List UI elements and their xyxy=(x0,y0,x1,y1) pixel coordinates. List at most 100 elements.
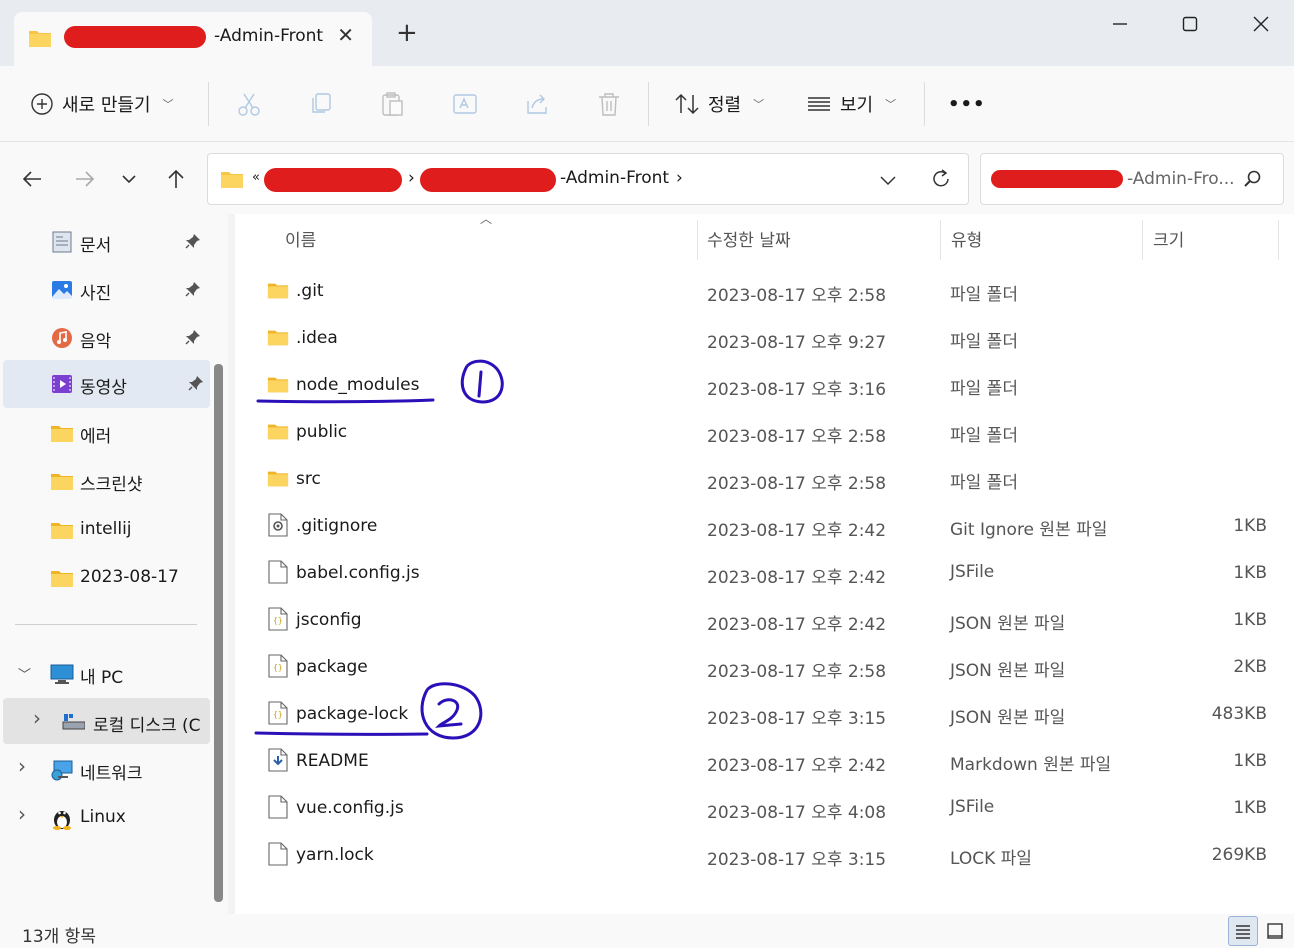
tree-item-2[interactable]: › 로컬 디스크 (C xyxy=(3,698,210,744)
breadcrumb-current[interactable]: -Admin-Front xyxy=(560,168,669,188)
column-divider[interactable] xyxy=(697,220,698,260)
pin-icon[interactable] xyxy=(185,233,201,254)
file-name[interactable]: jsconfig xyxy=(296,610,362,630)
chevron-down-icon[interactable]: ﹀ xyxy=(18,664,31,683)
sidebar-item-7[interactable]: intellij xyxy=(0,506,207,552)
address-dropdown-button[interactable] xyxy=(878,170,898,195)
up-button[interactable] xyxy=(161,164,191,194)
tab-active[interactable]: -Admin-Front ✕ xyxy=(14,12,372,66)
rename-button[interactable] xyxy=(452,88,478,120)
item-count: 13개 항목 xyxy=(22,927,96,947)
recent-locations-button[interactable] xyxy=(114,164,144,194)
delete-button[interactable] xyxy=(596,88,622,120)
file-name[interactable]: README xyxy=(296,751,369,771)
maximize-icon xyxy=(1182,16,1198,32)
address-bar[interactable]: « › -Admin-Front › xyxy=(207,153,969,205)
overflow-chevron[interactable]: « xyxy=(252,170,260,185)
chevron-right-icon[interactable]: › xyxy=(18,802,26,826)
navigation-pane: 문서 사진 음악 동영상 에러 스크린샷 intellij 2023-08-17 ﹀ 내 PC › 로… xyxy=(0,214,228,914)
paste-button[interactable] xyxy=(380,88,406,120)
sidebar-item-3[interactable]: 음악 xyxy=(0,314,207,360)
sort-button[interactable]: 정렬 ﹀ xyxy=(674,88,764,120)
view-button[interactable]: 보기 ﹀ xyxy=(806,88,896,120)
maximize-button[interactable] xyxy=(1170,8,1210,40)
file-row[interactable]: vue.config.js 2023-08-17 오후 4:08 JSFile 1KB xyxy=(235,784,1294,831)
file-date: 2023-08-17 오후 3:15 xyxy=(707,709,887,729)
refresh-button[interactable] xyxy=(930,168,952,195)
forward-button[interactable] xyxy=(70,164,100,194)
sidebar-item-2[interactable]: 사진 xyxy=(0,266,207,312)
column-header-type[interactable]: 유형 xyxy=(951,226,982,251)
file-date: 2023-08-17 오후 2:42 xyxy=(707,568,887,588)
file-name[interactable]: .gitignore xyxy=(296,516,377,536)
column-header-name[interactable]: 이름 xyxy=(285,226,316,251)
column-divider[interactable] xyxy=(940,220,941,260)
tree-item-3[interactable]: › 네트워크 xyxy=(0,746,207,792)
close-window-button[interactable] xyxy=(1241,8,1281,40)
tree-item-4[interactable]: › Linux xyxy=(0,794,207,840)
close-tab-button[interactable]: ✕ xyxy=(337,23,354,47)
chevron-right-icon[interactable]: › xyxy=(33,706,41,730)
column-header-size[interactable]: 크기 xyxy=(1153,226,1184,251)
file-row[interactable]: {} package 2023-08-17 오후 2:58 JSON 원본 파일 2KB xyxy=(235,643,1294,690)
file-name[interactable]: src xyxy=(296,469,321,489)
sidebar-scrollbar[interactable] xyxy=(214,364,223,902)
file-name[interactable]: yarn.lock xyxy=(296,845,374,865)
search-icon[interactable] xyxy=(1243,169,1263,194)
tiles-view-button[interactable] xyxy=(1260,916,1290,946)
file-name[interactable]: babel.config.js xyxy=(296,563,420,583)
sidebar-item-6[interactable]: 스크린샷 xyxy=(0,457,207,503)
file-row[interactable]: node_modules 2023-08-17 오후 3:16 파일 폴더 xyxy=(235,361,1294,408)
sidebar-item-5[interactable]: 에러 xyxy=(0,409,207,455)
search-box[interactable]: -Admin-Fro... xyxy=(980,153,1284,205)
file-row[interactable]: .git 2023-08-17 오후 2:58 파일 폴더 xyxy=(235,267,1294,314)
plus-circle-icon xyxy=(31,93,53,115)
file-name[interactable]: public xyxy=(296,422,347,442)
file-row[interactable]: .gitignore 2023-08-17 오후 2:42 Git Ignore 원… xyxy=(235,502,1294,549)
file-row[interactable]: {} jsconfig 2023-08-17 오후 2:42 JSON 원본 파일 1K… xyxy=(235,596,1294,643)
file-name[interactable]: vue.config.js xyxy=(296,798,404,818)
file-size: 1KB xyxy=(1233,610,1267,630)
file-type: 파일 폴더 xyxy=(950,285,1018,305)
redaction-mark xyxy=(264,168,402,192)
file-name[interactable]: package xyxy=(296,657,368,677)
file-row[interactable]: README 2023-08-17 오후 2:42 Markdown 원본 파일 1K… xyxy=(235,737,1294,784)
more-options-button[interactable]: ••• xyxy=(948,88,986,120)
details-view-button[interactable] xyxy=(1228,916,1258,946)
file-date: 2023-08-17 오후 2:42 xyxy=(707,756,887,776)
tree-item-1[interactable]: ﹀ 내 PC xyxy=(0,650,207,696)
toolbar-divider xyxy=(648,82,649,126)
file-date: 2023-08-17 오후 9:27 xyxy=(707,333,887,353)
share-button[interactable] xyxy=(524,88,550,120)
file-type: 파일 폴더 xyxy=(950,332,1018,352)
file-row[interactable]: babel.config.js 2023-08-17 오후 2:42 JSFile 1… xyxy=(235,549,1294,596)
file-row[interactable]: public 2023-08-17 오후 2:58 파일 폴더 xyxy=(235,408,1294,455)
column-divider[interactable] xyxy=(1142,220,1143,260)
column-divider[interactable] xyxy=(1278,220,1279,260)
refresh-icon xyxy=(933,169,949,187)
sidebar-item-1[interactable]: 문서 xyxy=(0,218,207,264)
back-button[interactable] xyxy=(17,164,47,194)
file-row[interactable]: src 2023-08-17 오후 2:58 파일 폴더 xyxy=(235,455,1294,502)
pin-icon[interactable] xyxy=(185,281,201,302)
file-name[interactable]: .idea xyxy=(296,328,338,348)
pin-icon[interactable] xyxy=(188,375,204,396)
file-row[interactable]: .idea 2023-08-17 오후 9:27 파일 폴더 xyxy=(235,314,1294,361)
file-name[interactable]: node_modules xyxy=(296,375,420,395)
tiles-view-icon xyxy=(1267,923,1283,939)
minimize-icon xyxy=(1113,23,1127,25)
file-row[interactable]: {} package-lock 2023-08-17 오후 3:15 JSON 원본 … xyxy=(235,690,1294,737)
chevron-right-icon[interactable]: › xyxy=(18,754,26,778)
sidebar-item-8[interactable]: 2023-08-17 xyxy=(0,554,207,600)
pin-icon[interactable] xyxy=(185,329,201,350)
sidebar-item-4[interactable]: 동영상 xyxy=(3,360,210,408)
new-tab-button[interactable]: + xyxy=(396,20,418,46)
cut-button[interactable] xyxy=(236,88,262,120)
file-name[interactable]: package-lock xyxy=(296,704,408,724)
file-name[interactable]: .git xyxy=(296,281,324,301)
column-header-date[interactable]: 수정한 날짜 xyxy=(707,226,791,251)
file-row[interactable]: yarn.lock 2023-08-17 오후 3:15 LOCK 파일 269KB xyxy=(235,831,1294,878)
new-button[interactable]: 새로 만들기 ﹀ xyxy=(30,88,174,120)
copy-button[interactable] xyxy=(308,88,334,120)
minimize-button[interactable] xyxy=(1100,8,1140,40)
